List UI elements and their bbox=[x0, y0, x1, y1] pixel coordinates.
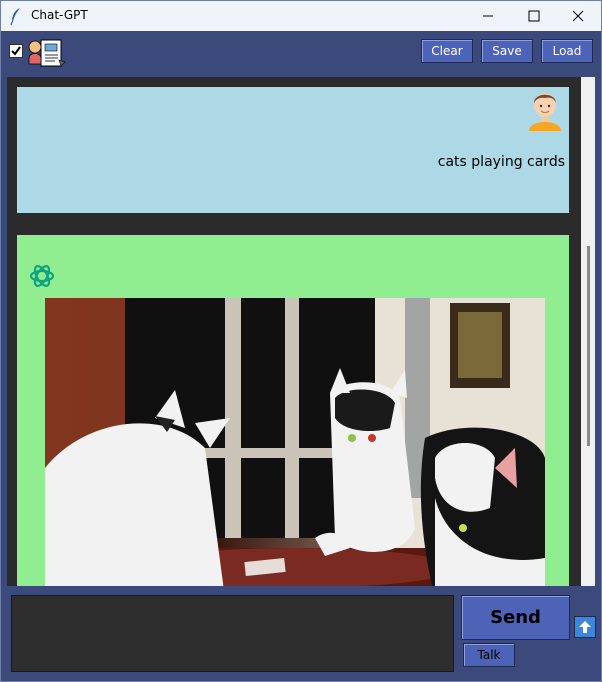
user-message-text: cats playing cards bbox=[437, 154, 565, 170]
title-bar: Chat-GPT bbox=[1, 1, 601, 31]
user-avatar-icon bbox=[529, 93, 561, 131]
generated-image bbox=[45, 298, 545, 586]
maximize-icon bbox=[528, 10, 540, 22]
toolbar: Clear Save Load bbox=[1, 31, 601, 73]
app-window: Chat-GPT Clear Save Load cats playing ca… bbox=[0, 0, 602, 682]
minimize-button[interactable] bbox=[465, 1, 511, 31]
assistant-message bbox=[17, 235, 569, 586]
maximize-button[interactable] bbox=[511, 1, 557, 31]
checkmark-icon bbox=[11, 46, 21, 56]
close-button[interactable] bbox=[555, 1, 601, 31]
scroll-up-button[interactable] bbox=[574, 616, 596, 638]
message-input[interactable] bbox=[11, 595, 454, 672]
minimize-icon bbox=[483, 15, 493, 17]
arrow-up-icon bbox=[579, 621, 591, 633]
user-message: cats playing cards bbox=[17, 87, 569, 213]
load-button[interactable]: Load bbox=[541, 39, 593, 63]
close-icon bbox=[572, 10, 584, 22]
options-checkbox[interactable] bbox=[9, 44, 23, 58]
scrollbar-thumb[interactable] bbox=[587, 246, 590, 446]
save-button[interactable]: Save bbox=[481, 39, 533, 63]
chat-history[interactable]: cats playing cards bbox=[7, 77, 581, 586]
openai-logo-icon bbox=[29, 265, 55, 287]
window-title: Chat-GPT bbox=[31, 8, 88, 22]
clear-button[interactable]: Clear bbox=[421, 39, 473, 63]
send-button[interactable]: Send bbox=[461, 595, 570, 640]
speaker-document-icon[interactable] bbox=[27, 38, 67, 68]
feather-icon bbox=[10, 8, 20, 25]
talk-button[interactable]: Talk bbox=[463, 643, 515, 667]
